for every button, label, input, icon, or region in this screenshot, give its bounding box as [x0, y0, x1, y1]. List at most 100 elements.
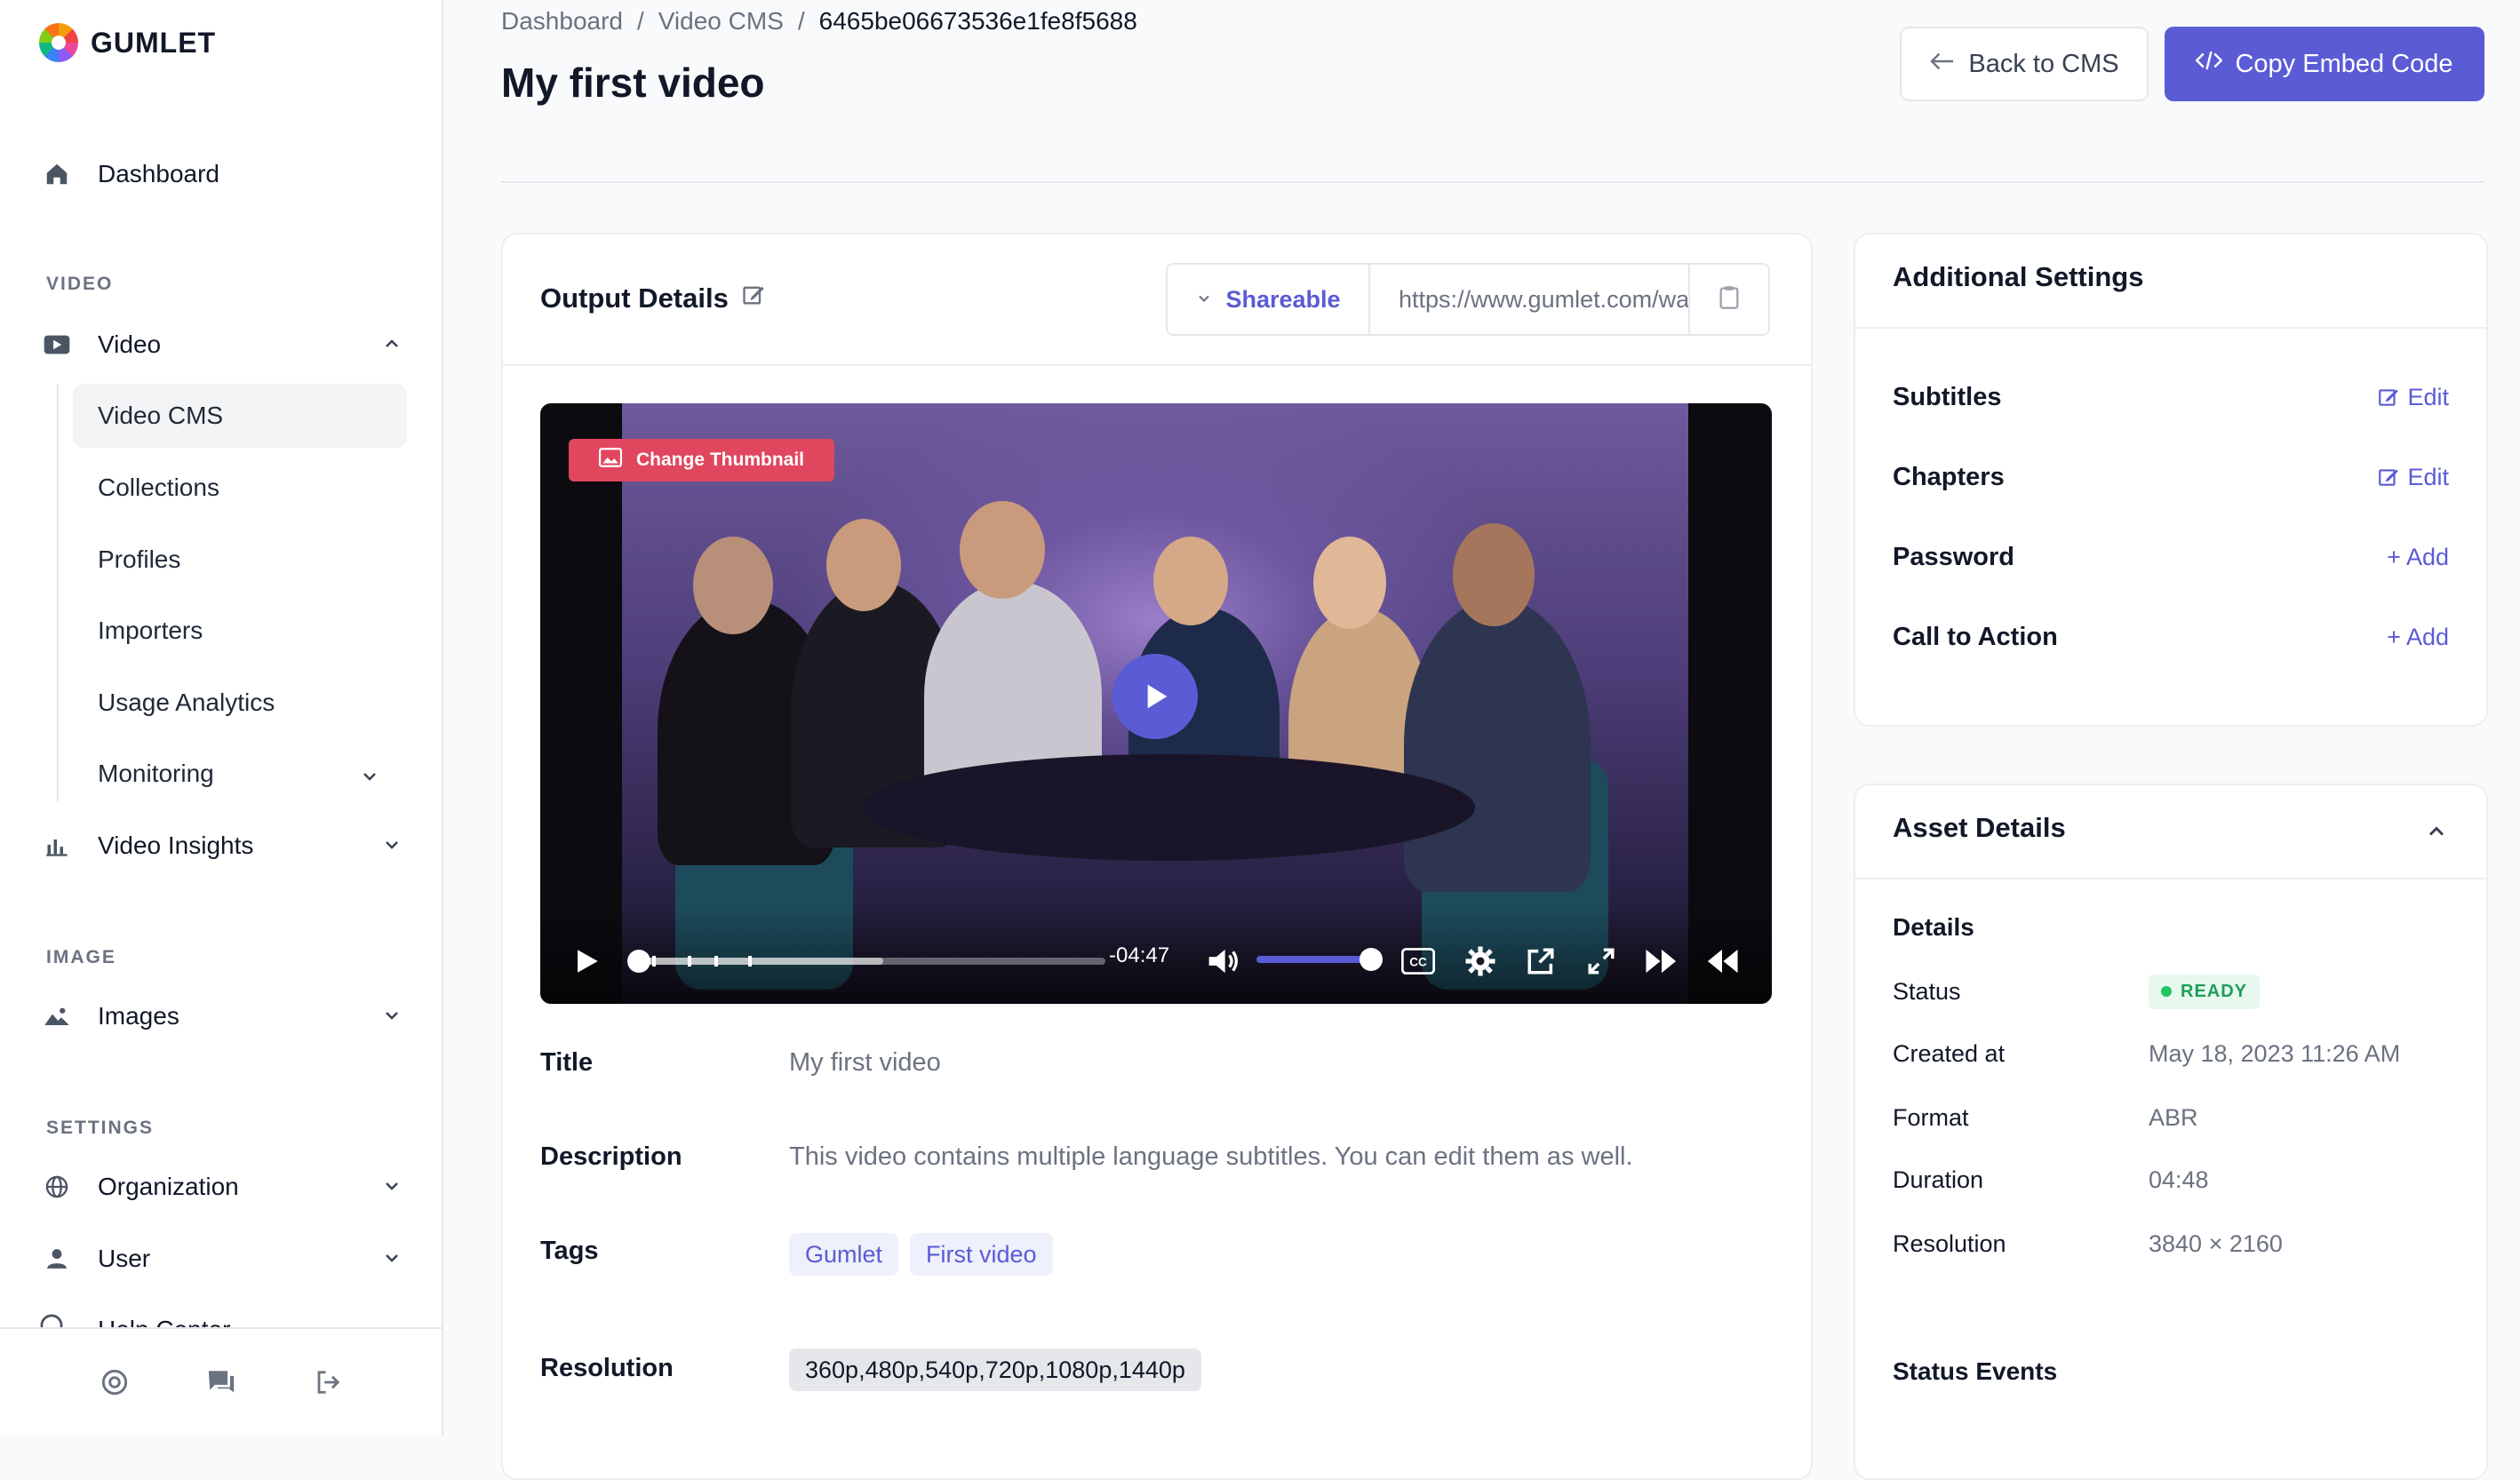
edit-subtitles-button[interactable]: Edit [2377, 384, 2449, 411]
sidebar-item-label: Video Insights [98, 832, 254, 859]
table-shape [862, 754, 1475, 861]
share-mode-label: Shareable [1225, 285, 1341, 313]
rewind-button[interactable] [1703, 942, 1742, 981]
status-events-heading: Status Events [1893, 1357, 2058, 1385]
add-password-button[interactable]: + Add [2387, 544, 2449, 571]
copy-embed-code-button[interactable]: Copy Embed Code [2165, 27, 2484, 101]
image-icon [599, 448, 622, 473]
asset-value: 3840 × 2160 [2149, 1229, 2283, 1257]
resolution-value: 360p,480p,540p,720p,1080p,1440p [789, 1349, 1201, 1391]
sidebar-item-profiles[interactable]: Profiles [73, 528, 407, 592]
sidebar-footer [0, 1327, 442, 1436]
chapter-marker [714, 956, 718, 967]
description-value[interactable]: This video contains multiple language su… [789, 1142, 1633, 1172]
edit-chapters-button[interactable]: Edit [2377, 464, 2449, 491]
fast-forward-icon [1646, 949, 1677, 974]
section-label-settings: SETTINGS [46, 1118, 155, 1138]
asset-row-resolution: Resolution 3840 × 2160 [1893, 1224, 2449, 1263]
sidebar-item-images[interactable]: Images [39, 988, 403, 1045]
video-player[interactable]: Change Thumbnail -04:47 CC [540, 403, 1772, 1004]
status-dot-icon [2161, 986, 2172, 997]
share-mode-select[interactable]: Shareable [1168, 265, 1370, 334]
gumlet-logo-mark-icon [39, 23, 78, 62]
play-overlay-button[interactable] [1112, 654, 1198, 739]
breadcrumb-separator: / [797, 7, 805, 35]
head-shape [1313, 537, 1386, 629]
change-thumbnail-button[interactable]: Change Thumbnail [569, 439, 834, 481]
add-call-to-action-button[interactable]: + Add [2387, 624, 2449, 651]
header-divider [501, 181, 2484, 183]
chevron-up-icon[interactable] [2424, 819, 2449, 848]
edit-icon[interactable] [741, 282, 766, 314]
output-details-heading: Output Details [540, 282, 766, 314]
setting-row-chapters: Chapters Edit [1893, 455, 2449, 499]
sidebar-item-video-insights[interactable]: Video Insights [39, 817, 403, 874]
sidebar-item-video-cms[interactable]: Video CMS [73, 384, 407, 448]
section-label-video: VIDEO [46, 274, 114, 294]
card-divider [1855, 878, 2486, 879]
asset-value: ABR [2149, 1103, 2198, 1131]
play-button[interactable] [567, 936, 606, 986]
tag-chip[interactable]: Gumlet [789, 1233, 899, 1276]
additional-settings-title: Additional Settings [1893, 261, 2144, 292]
fast-forward-button[interactable] [1642, 942, 1681, 981]
external-link-icon [1527, 948, 1554, 975]
setting-row-subtitles: Subtitles Edit [1893, 375, 2449, 419]
title-value[interactable]: My first video [789, 1048, 941, 1078]
sidebar-item-label: Dashboard [98, 160, 219, 187]
chevron-down-icon [381, 1174, 403, 1203]
sidebar-item-importers[interactable]: Importers [73, 599, 407, 663]
setting-row-call-to-action: Call to Action + Add [1893, 615, 2449, 659]
copy-url-button[interactable] [1690, 265, 1768, 334]
logout-icon[interactable] [310, 1365, 346, 1400]
sidebar-item-monitoring[interactable]: Monitoring [73, 742, 407, 806]
gumlet-logo[interactable]: GUMLET [39, 23, 216, 62]
seek-bar[interactable] [627, 950, 1105, 973]
play-icon [1147, 684, 1168, 709]
volume-slider[interactable] [1256, 948, 1383, 971]
asset-key: Format [1893, 1103, 1969, 1131]
asset-row-duration: Duration 04:48 [1893, 1160, 2449, 1199]
seek-bar-handle[interactable] [627, 950, 650, 973]
chapter-marker [748, 956, 752, 967]
setting-label: Password [1893, 542, 2014, 571]
breadcrumb-dashboard[interactable]: Dashboard [501, 7, 623, 36]
asset-key: Created at [1893, 1039, 2006, 1067]
share-url-group: Shareable https://www.gumlet.com/watch/6… [1166, 263, 1770, 336]
head-shape [1453, 523, 1535, 626]
change-thumbnail-label: Change Thumbnail [636, 450, 804, 470]
back-to-cms-button[interactable]: Back to CMS [1900, 27, 2149, 101]
sidebar-item-dashboard[interactable]: Dashboard [39, 146, 403, 203]
setting-label: Subtitles [1893, 382, 2002, 411]
card-divider [1855, 327, 2486, 329]
sidebar-item-usage-analytics[interactable]: Usage Analytics [73, 671, 407, 735]
chevron-down-icon [359, 765, 380, 793]
chat-icon[interactable] [203, 1365, 239, 1400]
copy-embed-code-label: Copy Embed Code [2235, 49, 2453, 78]
gear-icon [1465, 946, 1495, 976]
popout-button[interactable] [1521, 942, 1560, 981]
status-badge: READY [2149, 974, 2261, 1009]
description-label: Description [540, 1142, 682, 1171]
breadcrumb-video-cms[interactable]: Video CMS [658, 7, 784, 36]
share-url-field[interactable]: https://www.gumlet.com/watch/6465be06673… [1370, 265, 1690, 334]
asset-row-created-at: Created at May 18, 2023 11:26 AM [1893, 1034, 2449, 1073]
support-icon[interactable] [97, 1365, 132, 1400]
asset-key: Status [1893, 977, 1961, 1005]
sidebar-item-video[interactable]: Video [39, 316, 403, 373]
globe-icon [39, 1169, 75, 1205]
sidebar-item-collections[interactable]: Collections [73, 456, 407, 520]
volume-button[interactable] [1201, 940, 1246, 983]
sidebar-item-organization[interactable]: Organization [39, 1158, 403, 1215]
tag-chip[interactable]: First video [910, 1233, 1053, 1276]
page-title: My first video [501, 60, 765, 106]
head-shape [826, 519, 901, 611]
volume-slider-handle[interactable] [1360, 948, 1383, 971]
setting-label: Chapters [1893, 462, 2005, 491]
sidebar-item-user[interactable]: User [39, 1230, 403, 1287]
settings-button[interactable] [1461, 942, 1500, 981]
fullscreen-button[interactable] [1582, 942, 1621, 981]
captions-button[interactable]: CC [1399, 942, 1438, 981]
home-icon [39, 156, 75, 192]
setting-label: Call to Action [1893, 622, 2058, 651]
